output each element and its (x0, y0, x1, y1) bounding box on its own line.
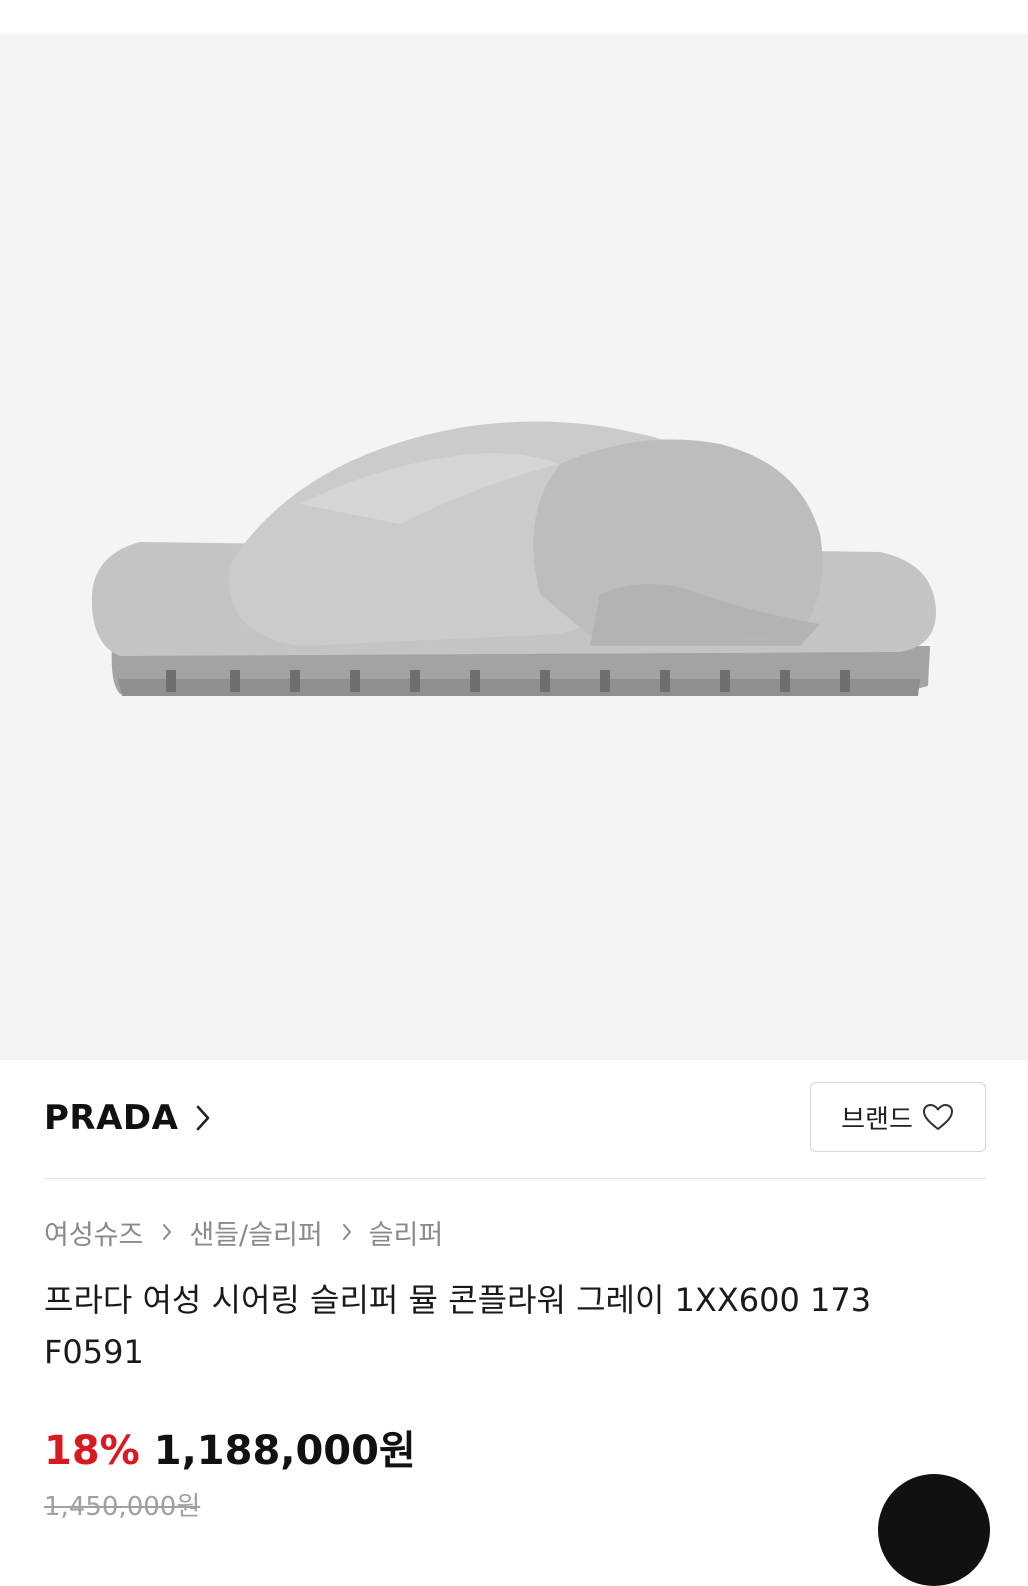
section-divider (44, 1178, 986, 1179)
brand-favorite-button[interactable]: 브랜드 (810, 1082, 986, 1152)
slipper-illustration (91, 421, 936, 696)
sale-price: 1,188,000원 (153, 1428, 416, 1474)
breadcrumb-item-womens-shoes[interactable]: 여성슈즈 (44, 1213, 143, 1252)
brand-row: PRADA 브랜드 (44, 1082, 986, 1156)
chevron-right-icon (163, 1224, 172, 1240)
breadcrumb-item-sandals-slippers[interactable]: 샌들/슬리퍼 (189, 1213, 322, 1252)
original-price: 1,450,000원 (44, 1492, 201, 1522)
top-strip (0, 0, 1028, 34)
breadcrumb: 여성슈즈 샌들/슬리퍼 슬리퍼 (44, 1212, 443, 1252)
breadcrumb-item-slippers[interactable]: 슬리퍼 (369, 1213, 444, 1252)
product-image[interactable] (0, 34, 1028, 1060)
brand-button-label: 브랜드 (841, 1104, 913, 1135)
chevron-right-icon (197, 1105, 210, 1131)
discount-rate: 18% (44, 1428, 140, 1474)
brand-link[interactable]: PRADA (44, 1098, 212, 1138)
price-row: 18% 1,188,000원 (44, 1418, 416, 1476)
brand-name: PRADA (44, 1098, 179, 1138)
chat-button[interactable] (878, 1474, 990, 1586)
chevron-right-icon (342, 1224, 351, 1240)
product-title: 프라다 여성 시어링 슬리퍼 뮬 콘플라워 그레이 1XX600 173 F05… (44, 1281, 872, 1371)
heart-outline-icon (922, 1104, 953, 1130)
